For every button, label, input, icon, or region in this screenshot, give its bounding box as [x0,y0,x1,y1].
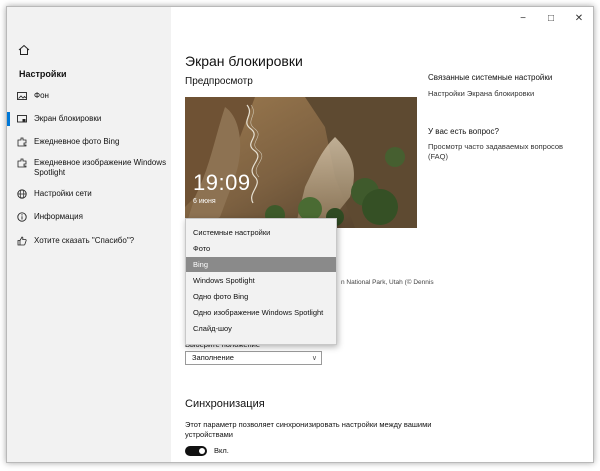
preview-landscape-image [185,97,417,228]
position-select[interactable]: Заполнение ∨ [185,351,322,365]
preview-section-title: Предпросмотр [185,76,253,87]
sidebar-item-info[interactable]: Информация [17,212,167,222]
puzzle-icon [17,137,27,147]
dropdown-option[interactable]: Windows Spotlight [186,273,336,288]
thumbs-up-icon [17,236,27,246]
sidebar-item-bing-photo[interactable]: Ежедневное фото Bing [17,137,167,147]
sync-description: Этот параметр позволяет синхронизировать… [185,420,432,439]
dropdown-option[interactable]: Фото [186,241,336,256]
image-credit: n National Park, Utah (© Dennis [341,279,434,286]
sidebar-item-spotlight[interactable]: Ежедневное изображение Windows Spotlight [17,158,167,178]
sidebar-item-label: Информация [34,212,83,221]
faq-link[interactable]: Просмотр часто задаваемых вопросов (FAQ) [428,142,578,162]
lockscreen-preview: 19:09 6 июня [185,97,417,228]
dropdown-option[interactable]: Одно изображение Windows Spotlight [186,305,336,320]
sidebar-item-label: Экран блокировки [34,114,102,123]
sidebar-item-background[interactable]: Фон [17,91,167,101]
preview-date: 6 июня [193,198,216,205]
background-dropdown-menu: Системные настройки Фото Bing Windows Sp… [185,218,337,345]
page-title: Экран блокировки [185,53,303,69]
globe-icon [17,189,27,199]
lockscreen-icon [17,115,27,123]
sidebar-item-label: Ежедневное фото Bing [34,137,120,146]
toggle-knob [199,448,205,454]
dropdown-option-selected[interactable]: Bing [186,257,336,272]
sidebar: Настройки Фон Экран блокировки Ежедневно… [7,7,171,462]
sidebar-item-label: Хотите сказать "Спасибо"? [34,236,135,245]
sidebar-item-label: Ежедневное изображение Windows Spotlight [34,158,167,177]
sidebar-title: Настройки [19,69,67,79]
question-heading: У вас есть вопрос? [428,127,499,136]
sync-toggle-label: Вкл. [214,446,229,455]
dropdown-option[interactable]: Одно фото Bing [186,289,336,304]
sidebar-item-thanks[interactable]: Хотите сказать "Спасибо"? [17,236,167,246]
dropdown-option[interactable]: Системные настройки [186,225,336,240]
preview-time: 19:09 [193,170,251,195]
sidebar-item-label: Фон [34,91,49,100]
sync-title: Синхронизация [185,398,265,410]
dropdown-option[interactable]: Слайд-шоу [186,321,336,336]
related-heading: Связанные системные настройки [428,73,553,82]
chevron-down-icon: ∨ [311,355,317,362]
home-icon[interactable] [17,43,31,57]
sidebar-item-network[interactable]: Настройки сети [17,189,167,199]
settings-window: Настройки Фон Экран блокировки Ежедневно… [6,6,594,463]
sync-toggle[interactable] [185,446,207,456]
puzzle-icon [17,158,27,168]
position-select-value: Заполнение [192,353,234,362]
lockscreen-settings-link[interactable]: Настройки Экрана блокировки [428,89,588,98]
picture-icon [17,92,27,100]
sidebar-item-lockscreen[interactable]: Экран блокировки [7,112,167,126]
sidebar-item-label: Настройки сети [34,189,92,198]
info-icon [17,212,27,222]
